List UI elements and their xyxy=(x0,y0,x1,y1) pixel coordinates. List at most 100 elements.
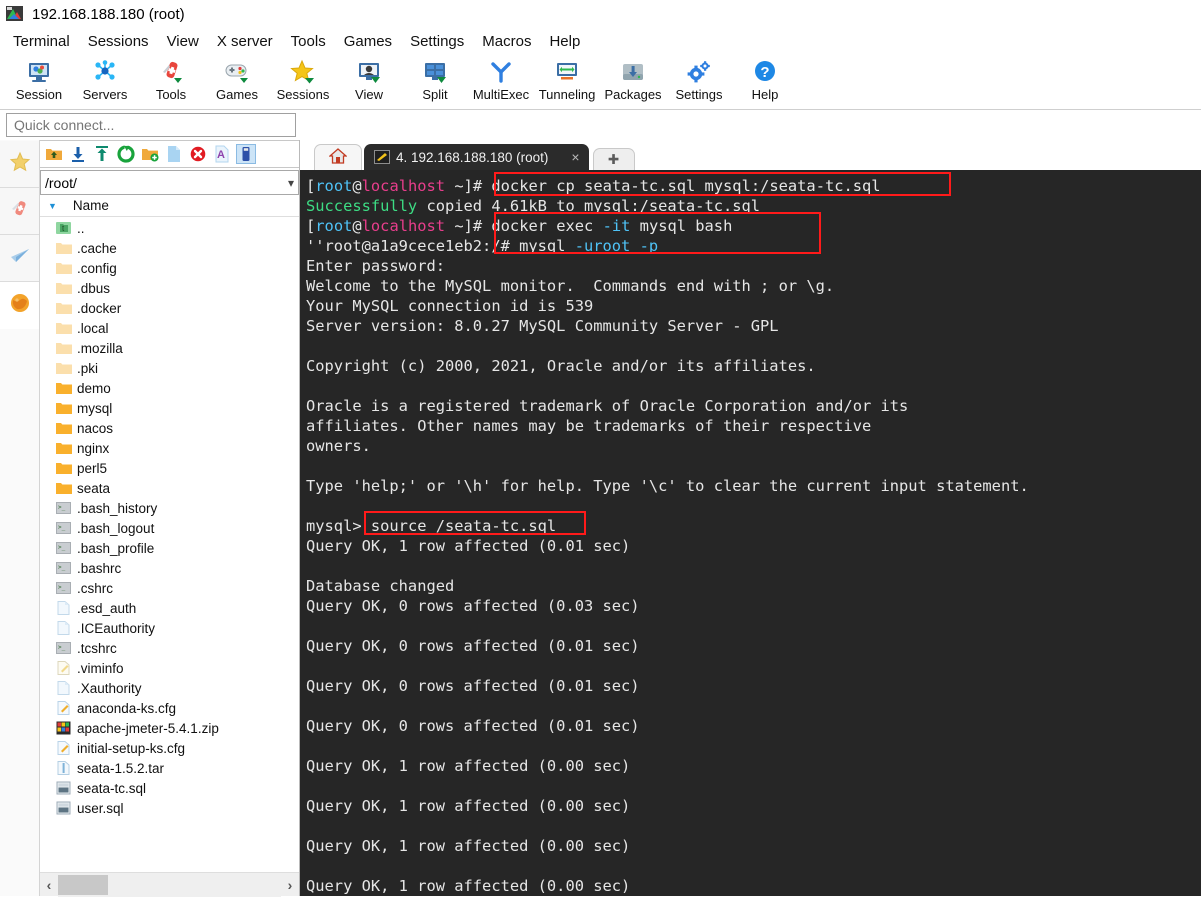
toolbar-button-multiexec[interactable]: MultiExec xyxy=(468,55,534,108)
file-name: .cshrc xyxy=(77,580,114,596)
menu-x-server[interactable]: X server xyxy=(208,31,282,52)
file-row[interactable]: perl5 xyxy=(40,458,299,478)
toolbar-button-games[interactable]: Games xyxy=(204,55,270,108)
svg-text:>_: >_ xyxy=(58,524,66,531)
rail-macros[interactable] xyxy=(0,282,39,329)
toolbar-button-session[interactable]: Session xyxy=(6,55,72,108)
upload-icon[interactable] xyxy=(92,144,112,164)
toolbar-button-help[interactable]: ? Help xyxy=(732,55,798,108)
rail-send[interactable] xyxy=(0,235,39,282)
menu-terminal[interactable]: Terminal xyxy=(4,31,79,52)
terminal-line: Welcome to the MySQL monitor. Commands e… xyxy=(306,276,1201,296)
tab-home[interactable] xyxy=(314,144,362,170)
file-browser-column-header[interactable]: ▼ Name xyxy=(40,195,299,217)
file-row[interactable]: .mozilla xyxy=(40,338,299,358)
file-row[interactable]: .cache xyxy=(40,238,299,258)
text-edit-icon[interactable]: A xyxy=(212,144,232,164)
file-row[interactable]: seata xyxy=(40,478,299,498)
menu-macros[interactable]: Macros xyxy=(473,31,540,52)
refresh-icon[interactable] xyxy=(116,144,136,164)
globe-macros-icon xyxy=(9,292,31,319)
menu-games[interactable]: Games xyxy=(335,31,401,52)
file-row[interactable]: .docker xyxy=(40,298,299,318)
tab-session-active[interactable]: 4. 192.168.188.180 (root) × xyxy=(364,144,589,170)
script-icon: >_ xyxy=(56,641,77,655)
terminal-output[interactable]: [root@localhost ~]# docker cp seata-tc.s… xyxy=(300,170,1201,896)
menu-sessions[interactable]: Sessions xyxy=(79,31,158,52)
toolbar-button-split[interactable]: Split xyxy=(402,55,468,108)
file-browser-list[interactable]: t.. .cache .config .dbus .docker .local .mozil… xyxy=(40,217,299,872)
file-name: .bash_history xyxy=(77,500,158,516)
file-row[interactable]: >_ .cshrc xyxy=(40,578,299,598)
file-row[interactable]: .pki xyxy=(40,358,299,378)
file-name: .mozilla xyxy=(77,340,123,356)
terminal-line: Query OK, 0 rows affected (0.01 sec) xyxy=(306,676,1201,696)
terminal-text: Query OK, 1 row affected (0.00 sec) xyxy=(306,797,631,815)
scroll-right-arrow[interactable]: › xyxy=(281,877,299,893)
scroll-thumb[interactable] xyxy=(58,874,108,895)
new-folder-icon[interactable] xyxy=(140,144,160,164)
menu-help[interactable]: Help xyxy=(540,31,589,52)
chevron-down-icon[interactable]: ▾ xyxy=(288,176,294,190)
file-row[interactable]: apache-jmeter-5.4.1.zip xyxy=(40,718,299,738)
new-file-icon[interactable] xyxy=(164,144,184,164)
rail-bookmarks[interactable] xyxy=(0,141,39,188)
file-row[interactable]: demo xyxy=(40,378,299,398)
toolbar-button-view[interactable]: View xyxy=(336,55,402,108)
toolbar-button-sessions[interactable]: Sessions xyxy=(270,55,336,108)
file-row[interactable]: .ICEauthority xyxy=(40,618,299,638)
file-browser-path[interactable]: /root/ ▾ xyxy=(40,170,299,195)
terminal-line: Query OK, 0 rows affected (0.03 sec) xyxy=(306,596,1201,616)
file-row[interactable]: seata-tc.sql xyxy=(40,778,299,798)
file-row[interactable]: seata-1.5.2.tar xyxy=(40,758,299,778)
toolbar-button-tunneling[interactable]: Tunneling xyxy=(534,55,600,108)
file-row[interactable]: .config xyxy=(40,258,299,278)
toolbar-button-tools[interactable]: Tools xyxy=(138,55,204,108)
file-row[interactable]: .local xyxy=(40,318,299,338)
toolbar-label-multiexec: MultiExec xyxy=(472,87,530,102)
file-row[interactable]: >_ .bash_profile xyxy=(40,538,299,558)
window-titlebar: 192.168.188.180 (root) xyxy=(0,0,1201,28)
file-row[interactable]: >_ .bash_logout xyxy=(40,518,299,538)
file-row[interactable]: t.. xyxy=(40,218,299,238)
toolbar-button-packages[interactable]: Packages xyxy=(600,55,666,108)
file-browser-hscrollbar[interactable]: ‹ › xyxy=(40,872,299,897)
toolbar-button-settings[interactable]: Settings xyxy=(666,55,732,108)
file-row[interactable]: initial-setup-ks.cfg xyxy=(40,738,299,758)
delete-icon[interactable] xyxy=(188,144,208,164)
file-row[interactable]: >_ .bash_history xyxy=(40,498,299,518)
folder-hidden-icon xyxy=(56,361,77,375)
file-row[interactable]: .viminfo xyxy=(40,658,299,678)
file-row[interactable]: anaconda-ks.cfg xyxy=(40,698,299,718)
file-row[interactable]: user.sql xyxy=(40,798,299,818)
terminal-line: Query OK, 1 row affected (0.00 sec) xyxy=(306,756,1201,776)
terminal-line: Query OK, 1 row affected (0.01 sec) xyxy=(306,536,1201,556)
download-icon[interactable] xyxy=(68,144,88,164)
quick-connect-input[interactable] xyxy=(6,113,296,137)
folder-hidden-icon xyxy=(56,301,77,315)
file-row[interactable]: .Xauthority xyxy=(40,678,299,698)
menu-settings[interactable]: Settings xyxy=(401,31,473,52)
file-row[interactable]: >_ .bashrc xyxy=(40,558,299,578)
file-row[interactable]: .esd_auth xyxy=(40,598,299,618)
file-row[interactable]: nacos xyxy=(40,418,299,438)
terminal-text: ~]# xyxy=(445,217,492,235)
close-icon[interactable]: × xyxy=(566,149,584,165)
file-row[interactable]: >_ .tcshrc xyxy=(40,638,299,658)
file-row[interactable]: .dbus xyxy=(40,278,299,298)
scroll-track[interactable] xyxy=(58,872,281,897)
menu-tools[interactable]: Tools xyxy=(282,31,335,52)
mobaxterm-logo-icon xyxy=(6,5,24,23)
scroll-left-arrow[interactable]: ‹ xyxy=(40,877,58,893)
file-row[interactable]: mysql xyxy=(40,398,299,418)
follow-terminal-folder-icon[interactable] xyxy=(236,144,256,164)
folder-hidden-icon xyxy=(56,321,77,335)
toolbar-button-servers[interactable]: Servers xyxy=(72,55,138,108)
terminal-text: Database changed xyxy=(306,577,455,595)
rail-tools[interactable] xyxy=(0,188,39,235)
file-row[interactable]: nginx xyxy=(40,438,299,458)
menu-view[interactable]: View xyxy=(158,31,208,52)
go-up-folder-icon[interactable] xyxy=(44,144,64,164)
new-tab-button[interactable]: ✚ xyxy=(592,148,635,170)
